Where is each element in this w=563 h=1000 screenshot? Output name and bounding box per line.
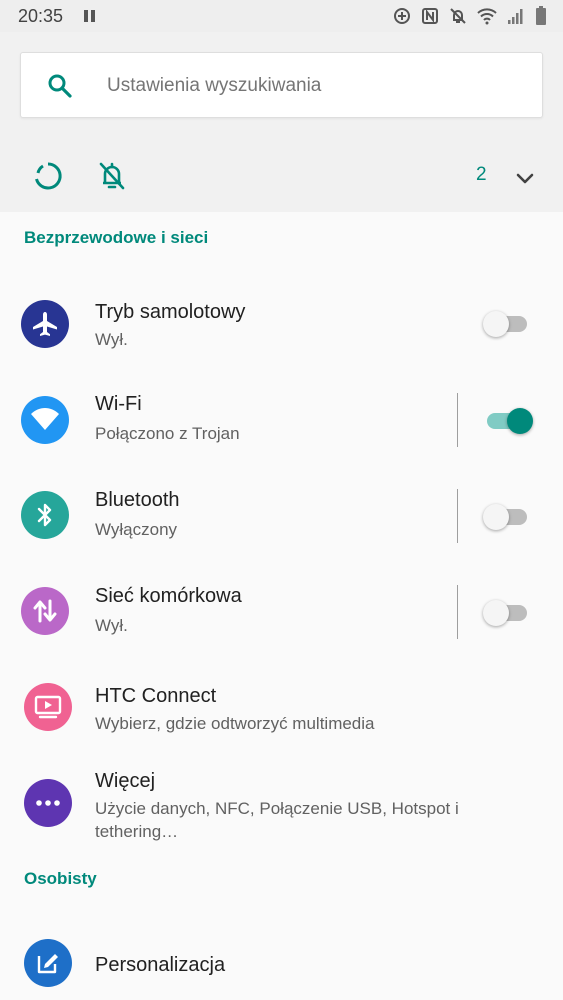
item-title: Więcej <box>95 770 156 792</box>
personalize-icon <box>24 939 72 987</box>
data-saver-icon <box>394 8 410 24</box>
suggestions-row[interactable]: 2 <box>0 150 563 202</box>
toggle-thumb <box>483 504 509 530</box>
section-header-personal: Osobisty <box>24 869 97 888</box>
cast-icon <box>24 683 72 731</box>
airplane-icon <box>21 300 69 348</box>
search-box[interactable] <box>20 52 543 118</box>
item-title: HTC Connect <box>95 685 217 707</box>
search-input[interactable] <box>107 71 507 101</box>
signal-icon <box>508 9 523 24</box>
divider <box>457 489 458 543</box>
item-title: Bluetooth <box>95 489 180 511</box>
status-icons <box>393 6 547 26</box>
divider <box>457 585 458 639</box>
item-subtitle: Połączono z Trojan <box>95 424 240 443</box>
toggle-thumb <box>507 408 533 434</box>
settings-item-airplane-mode[interactable]: Tryb samolotowy Wył. <box>0 282 563 370</box>
airplane-mode-toggle[interactable] <box>483 308 529 338</box>
item-title: Personalizacja <box>95 954 226 976</box>
item-title: Sieć komórkowa <box>95 585 242 607</box>
suggestions-count: 2 <box>476 164 487 185</box>
wifi-icon <box>477 8 497 25</box>
bluetooth-icon <box>21 491 69 539</box>
more-icon <box>24 779 72 827</box>
item-subtitle: Użycie danych, NFC, Połączenie USB, Hots… <box>95 799 459 841</box>
status-time: 20:35 <box>18 6 64 26</box>
item-title: Tryb samolotowy <box>95 301 246 323</box>
bluetooth-toggle[interactable] <box>483 501 529 531</box>
item-subtitle: Wył. <box>95 330 128 349</box>
chevron-down-icon[interactable] <box>514 167 536 189</box>
toggle-thumb <box>483 311 509 337</box>
pause-icon <box>84 10 96 22</box>
item-subtitle: Wyłączony <box>95 520 178 539</box>
nfc-icon <box>422 8 438 24</box>
bell-off-icon[interactable] <box>98 161 126 191</box>
item-subtitle: Wybierz, gdzie odtworzyć multimedia <box>95 714 375 733</box>
mobile-network-toggle[interactable] <box>483 597 529 627</box>
section-header-wireless: Bezprzewodowe i sieci <box>24 228 209 247</box>
wifi-toggle[interactable] <box>483 405 533 435</box>
mobile-data-icon <box>21 587 69 635</box>
settings-item-htc-connect[interactable]: HTC Connect Wybierz, gdzie odtworzyć mul… <box>0 664 563 752</box>
wifi-icon <box>21 396 69 444</box>
search-icon <box>48 74 72 98</box>
settings-item-bluetooth[interactable]: Bluetooth Wyłączony <box>0 470 563 562</box>
bell-off-icon <box>450 8 466 24</box>
settings-item-mobile-network[interactable]: Sieć komórkowa Wył. <box>0 566 563 658</box>
battery-icon <box>536 6 546 25</box>
divider <box>457 393 458 447</box>
toggle-thumb <box>483 600 509 626</box>
sync-icon[interactable] <box>33 161 63 191</box>
settings-item-personalization[interactable]: Personalizacja <box>0 922 563 1000</box>
item-subtitle: Wył. <box>95 616 128 635</box>
settings-item-wifi[interactable]: Wi-Fi Połączono z Trojan <box>0 374 563 466</box>
top-area: 2 <box>0 32 563 212</box>
item-title: Wi-Fi <box>95 393 142 415</box>
settings-item-more[interactable]: Więcej Użycie danych, NFC, Połączenie US… <box>0 756 563 856</box>
status-bar: 20:35 <box>0 0 563 32</box>
